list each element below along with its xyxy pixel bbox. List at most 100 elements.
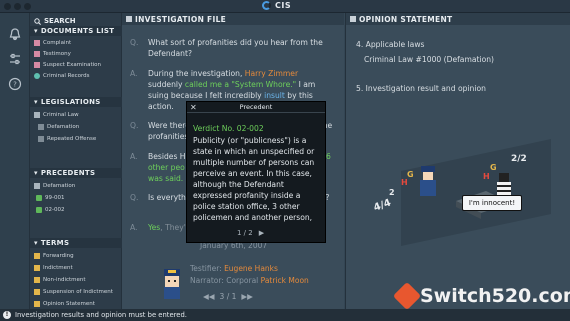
status-message: Investigation results and opinion must b… xyxy=(15,311,187,319)
keyword-insult[interactable]: insult xyxy=(264,91,285,100)
status-bar: ! Investigation results and opinion must… xyxy=(0,309,570,321)
warning-icon: ! xyxy=(3,311,11,319)
testimony-pager: ◀◀ 3 / 1 ▶▶ xyxy=(203,292,253,301)
document-icon xyxy=(350,16,356,22)
scene-art: 4/4 H G 2 H G 2/2 xyxy=(372,154,527,219)
investigation-file-header: INVESTIGATION FILE xyxy=(122,13,344,25)
svg-text:2/2: 2/2 xyxy=(511,154,527,164)
chevron-down-icon: ▾ xyxy=(34,98,38,106)
keyword-defendant-name[interactable]: Harry Zimmer xyxy=(245,69,298,78)
app-logo-icon xyxy=(262,1,271,10)
sidebar-item-indictment[interactable]: Indictment xyxy=(34,263,73,272)
document-icon xyxy=(126,16,132,22)
page-indicator: 1 / 2 xyxy=(237,229,253,237)
opinion-item-applicable-laws: 4. Applicable laws xyxy=(356,40,425,49)
sidebar-item-defamation-precedent[interactable]: Defamation xyxy=(34,181,75,190)
popup-pager: 1 / 2 ▶ xyxy=(237,229,264,237)
svg-text:H: H xyxy=(401,178,408,187)
next-page-icon[interactable]: ▶▶ xyxy=(241,292,253,301)
section-terms[interactable]: ▾ TERMS xyxy=(30,238,122,248)
svg-text:?: ? xyxy=(13,81,17,89)
record-icon xyxy=(34,72,40,79)
interrogation-scene: 4/4 H G 2 H G 2/2 xyxy=(361,133,561,246)
section-legislations[interactable]: ▾ LEGISLATIONS xyxy=(30,97,122,107)
narrator-name[interactable]: Patrick Moon xyxy=(261,276,309,285)
opinion-item-result[interactable]: 5. Investigation result and opinion xyxy=(356,84,486,93)
sidebar-item-forwarding[interactable]: Forwarding xyxy=(34,251,74,260)
testifier-name[interactable]: Eugene Hanks xyxy=(224,264,278,273)
chevron-down-icon: ▾ xyxy=(34,239,38,247)
svg-text:G: G xyxy=(407,170,414,179)
officer-avatar xyxy=(160,268,184,300)
title-bar: CIS xyxy=(0,0,570,13)
sidebar-item-non-indictment[interactable]: Non-indictment xyxy=(34,275,86,284)
term-icon xyxy=(34,252,40,259)
sidebar-item-99-001[interactable]: 99-001 xyxy=(36,193,64,202)
page-icon xyxy=(38,135,44,142)
officer-figure xyxy=(420,166,436,196)
close-icon[interactable]: ✕ xyxy=(190,102,197,113)
app-title: CIS xyxy=(262,1,291,10)
search-icon xyxy=(34,17,41,25)
sidebar: SEARCH ▾ DOCUMENTS LIST Complaint Testimo… xyxy=(30,13,122,309)
sidebar-item-criminal-law[interactable]: Criminal Law xyxy=(34,110,79,119)
testifier-line: Testifier: Eugene Hanks xyxy=(190,264,278,273)
term-icon xyxy=(34,264,40,271)
verdict-title: Verdict No. 02-002 xyxy=(193,124,264,133)
svg-text:4/4: 4/4 xyxy=(372,197,392,213)
maximize-window-button[interactable] xyxy=(24,3,31,10)
search-button[interactable]: SEARCH xyxy=(34,16,76,26)
minimize-window-button[interactable] xyxy=(14,3,21,10)
section-documents-list[interactable]: ▾ DOCUMENTS LIST xyxy=(30,26,122,36)
document-icon xyxy=(34,39,40,46)
check-icon xyxy=(36,206,42,213)
watermark-logo-icon xyxy=(392,281,422,311)
verdict-body: Publicity (or "publicness") is a state i… xyxy=(193,136,315,222)
close-window-button[interactable] xyxy=(4,3,11,10)
watermark: Switch520.com xyxy=(392,281,570,311)
check-icon xyxy=(36,194,42,201)
precedent-popup: Precedent ✕ Verdict No. 02-002 Publicity… xyxy=(186,101,326,243)
term-icon xyxy=(34,288,40,295)
sidebar-item-suspect-examination[interactable]: Suspect Examination xyxy=(34,60,101,69)
page-icon xyxy=(38,123,44,130)
sidebar-item-02-002[interactable]: 02-002 xyxy=(36,205,64,214)
folder-icon xyxy=(34,182,40,189)
sidebar-item-suspension-of-indictment[interactable]: Suspension of Indictment xyxy=(34,287,113,296)
applicable-law-value[interactable]: Criminal Law #1000 (Defamation) xyxy=(364,55,494,64)
page-indicator: 3 / 1 xyxy=(219,292,237,301)
sidebar-item-repeated-offense[interactable]: Repeated Offense xyxy=(38,134,96,143)
sliders-icon[interactable] xyxy=(8,52,22,66)
bell-icon[interactable] xyxy=(8,27,22,41)
question-1: Q. What sort of profanities did you hear… xyxy=(130,38,323,58)
svg-text:H: H xyxy=(483,172,490,181)
help-icon[interactable]: ? xyxy=(8,77,22,91)
svg-text:G: G xyxy=(490,163,497,172)
next-page-icon[interactable]: ▶ xyxy=(259,229,264,237)
document-icon xyxy=(34,61,40,68)
document-icon xyxy=(34,50,40,57)
sidebar-item-criminal-records[interactable]: Criminal Records xyxy=(34,71,90,80)
narrator-line: Narrator: Corporal Patrick Moon xyxy=(190,276,309,285)
icon-rail: ? xyxy=(0,13,30,309)
sidebar-item-defamation-law[interactable]: Defamation xyxy=(38,122,79,131)
sidebar-item-complaint[interactable]: Complaint xyxy=(34,38,71,47)
first-page-icon[interactable]: ◀◀ xyxy=(203,292,215,301)
window-controls xyxy=(4,3,31,10)
app-window: CIS ? SEARCH ▾ DOCUMENTS LIST Complaint T… xyxy=(0,0,570,321)
opinion-statement-panel: OPINION STATEMENT 4. Applicable laws Cri… xyxy=(345,13,570,309)
section-precedents[interactable]: ▾ PRECEDENTS xyxy=(30,168,122,178)
speech-bubble: I'm innocent! xyxy=(462,195,522,211)
opinion-statement-header: OPINION STATEMENT xyxy=(346,13,570,25)
term-icon xyxy=(34,300,40,307)
suspect-figure xyxy=(497,173,511,196)
term-icon xyxy=(34,276,40,283)
precedent-popup-header: Precedent xyxy=(187,102,325,113)
chevron-down-icon: ▾ xyxy=(34,27,38,35)
book-icon xyxy=(34,111,40,118)
keyword-profanity[interactable]: called me a "System Whore." xyxy=(185,80,296,89)
sidebar-item-testimony[interactable]: Testimony xyxy=(34,49,71,58)
svg-text:2: 2 xyxy=(389,188,395,197)
chevron-down-icon: ▾ xyxy=(34,169,38,177)
sidebar-item-opinion-statement[interactable]: Opinion Statement xyxy=(34,299,95,308)
